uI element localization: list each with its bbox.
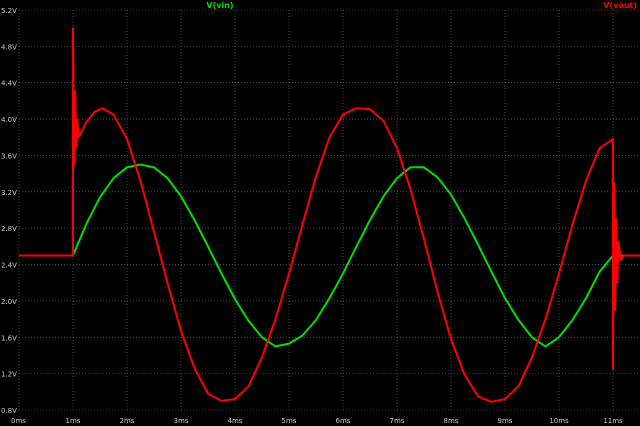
x-tick-label: 10ms bbox=[549, 417, 569, 425]
y-tick-label: 2.0V bbox=[1, 298, 17, 306]
y-tick-label: 0.8V bbox=[1, 407, 17, 415]
x-tick-label: 9ms bbox=[498, 417, 513, 425]
y-tick-label: 4.4V bbox=[1, 80, 17, 88]
x-tick-label: 3ms bbox=[174, 417, 189, 425]
y-tick-label: 3.6V bbox=[1, 152, 17, 160]
y-tick-label: 2.4V bbox=[1, 262, 17, 270]
x-tick-label: 0ms bbox=[11, 417, 26, 425]
y-tick-label: 3.2V bbox=[1, 189, 17, 197]
y-tick-label: 2.8V bbox=[1, 225, 17, 233]
legend-vin[interactable]: V(vin) bbox=[206, 1, 233, 10]
y-tick-label: 1.6V bbox=[1, 334, 17, 342]
x-tick-label: 7ms bbox=[390, 417, 405, 425]
y-tick-label: 4.0V bbox=[1, 116, 17, 124]
waveform-plot: 0.8V 1.2V 1.6V 2.0V 2.4V 2.8V 3.2V 3.6V 4.0V 4.4V… bbox=[0, 0, 640, 426]
y-tick-label: 4.8V bbox=[1, 43, 17, 51]
x-tick-label: 8ms bbox=[444, 417, 459, 425]
x-tick-label: 11ms bbox=[603, 417, 623, 425]
x-tick-label: 6ms bbox=[336, 417, 351, 425]
y-tick-label: 5.2V bbox=[1, 7, 17, 15]
plot-background bbox=[0, 0, 640, 426]
x-tick-label: 2ms bbox=[120, 417, 135, 425]
x-tick-label: 5ms bbox=[282, 417, 297, 425]
x-tick-label: 4ms bbox=[228, 417, 243, 425]
x-tick-label: 1ms bbox=[66, 417, 81, 425]
legend-vout[interactable]: V(vout) bbox=[603, 1, 637, 10]
y-tick-label: 1.2V bbox=[1, 371, 17, 379]
